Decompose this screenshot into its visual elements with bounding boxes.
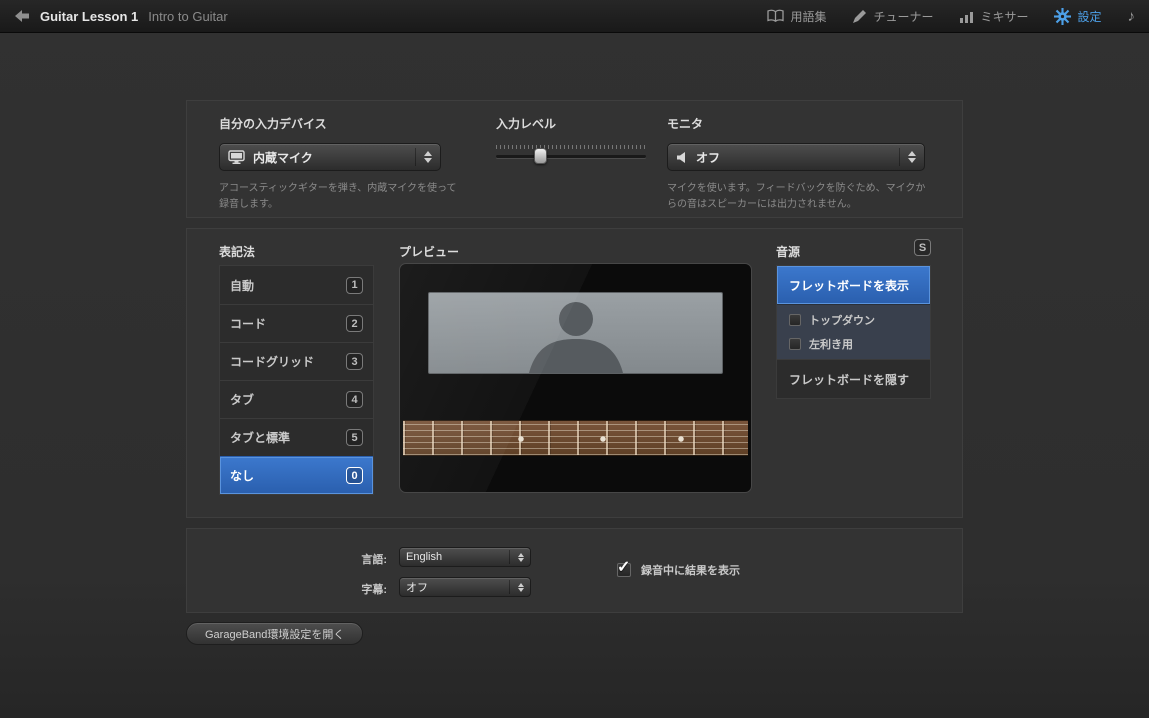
- subtitle-dropdown[interactable]: オフ: [399, 577, 531, 597]
- show-results-label: 録音中に結果を表示: [641, 562, 740, 578]
- open-preferences-button[interactable]: GarageBand環境設定を開く: [186, 622, 363, 645]
- fretboard-checkbox-block: トップダウン 左利き用: [777, 304, 930, 360]
- notation-item-label: タブと標準: [230, 429, 290, 446]
- input-level-label: 入力レベル: [496, 115, 556, 132]
- show-results-option[interactable]: ✓ 録音中に結果を表示: [617, 562, 740, 578]
- source-label: 音源: [776, 243, 800, 260]
- lesson-title: Guitar Lesson 1: [40, 9, 138, 24]
- check-icon: ✓: [617, 557, 630, 577]
- back-button[interactable]: [14, 9, 30, 23]
- stepper-arrows-icon: [509, 550, 524, 564]
- stepper-arrows-icon: [415, 148, 432, 166]
- fretboard-preview: [403, 420, 748, 456]
- glossary-button[interactable]: 用語集: [767, 8, 826, 25]
- slider-track[interactable]: [496, 155, 646, 158]
- gear-icon: [1054, 8, 1071, 25]
- camera-feed: [428, 292, 723, 374]
- settings-label: 設定: [1077, 8, 1101, 25]
- speaker-icon: [676, 151, 688, 164]
- language-value: English: [406, 551, 442, 563]
- lesson-subtitle: Intro to Guitar: [148, 9, 227, 24]
- left-handed-label: 左利き用: [809, 336, 853, 352]
- display-mic-icon: [228, 150, 245, 164]
- tuner-icon: [852, 9, 867, 24]
- shortcut-badge: 3: [346, 353, 363, 370]
- input-device-label: 自分の入力デバイス: [219, 115, 327, 132]
- hide-fretboard-button[interactable]: フレットボードを隠す: [777, 360, 930, 398]
- notation-item-chord[interactable]: コード 2: [220, 304, 373, 342]
- back-arrow-icon: [14, 9, 30, 23]
- notation-item-label: 自動: [230, 277, 254, 294]
- left-handed-option[interactable]: 左利き用: [789, 336, 918, 352]
- notation-item-chord-grid[interactable]: コードグリッド 3: [220, 342, 373, 380]
- lesson-settings-panel: 表記法 自動 1 コード 2 コードグリッド 3 タブ 4 タブと標準 5 なし…: [186, 228, 963, 518]
- preview-label: プレビュー: [399, 243, 459, 260]
- notation-item-label: コードグリッド: [230, 353, 314, 370]
- notation-label: 表記法: [219, 243, 255, 260]
- show-results-checkbox[interactable]: ✓: [617, 563, 631, 577]
- input-device-value: 内蔵マイク: [253, 149, 313, 166]
- book-icon: [767, 9, 784, 23]
- music-note-icon[interactable]: ♪: [1128, 8, 1136, 25]
- shortcut-badge: 2: [346, 315, 363, 332]
- top-toolbar: Guitar Lesson 1 Intro to Guitar 用語集 チューナ…: [0, 0, 1149, 33]
- monitor-help: マイクを使います。フィードバックを防ぐため、マイクからの音はスピーカーには出力さ…: [667, 181, 929, 212]
- notation-item-label: なし: [230, 467, 254, 484]
- audio-input-panel: 自分の入力デバイス 内蔵マイク アコースティックギターを弾き、内蔵マイクを使って…: [186, 100, 963, 218]
- stepper-arrows-icon: [899, 148, 916, 166]
- shortcut-badge: 4: [346, 391, 363, 408]
- top-down-checkbox[interactable]: [789, 314, 801, 326]
- settings-button[interactable]: 設定: [1054, 8, 1101, 25]
- glossary-label: 用語集: [790, 8, 826, 25]
- person-silhouette-icon: [491, 293, 661, 373]
- input-level-slider[interactable]: [496, 143, 646, 169]
- video-preview: [399, 263, 752, 493]
- subtitle-value: オフ: [406, 579, 428, 595]
- notation-item-tab[interactable]: タブ 4: [220, 380, 373, 418]
- show-fretboard-button[interactable]: フレットボードを表示: [777, 266, 930, 304]
- language-label: 言語:: [337, 551, 387, 567]
- top-down-option[interactable]: トップダウン: [789, 312, 918, 328]
- monitor-dropdown[interactable]: オフ: [667, 143, 925, 171]
- monitor-label: モニタ: [667, 115, 703, 132]
- notation-item-auto[interactable]: 自動 1: [220, 266, 373, 304]
- monitor-value: オフ: [696, 149, 720, 166]
- notation-item-label: コード: [230, 315, 266, 332]
- shortcut-badge: 5: [346, 429, 363, 446]
- left-handed-checkbox[interactable]: [789, 338, 801, 350]
- subtitle-label: 字幕:: [337, 581, 387, 597]
- notation-item-none[interactable]: なし 0: [220, 456, 373, 494]
- shortcut-badge: 0: [346, 467, 363, 484]
- tuner-label: チューナー: [873, 8, 933, 25]
- mixer-icon: [959, 10, 974, 23]
- language-dropdown[interactable]: English: [399, 547, 531, 567]
- language-panel: 言語: English 字幕: オフ ✓ 録音中に結果を表示: [186, 528, 963, 613]
- notation-item-label: タブ: [230, 391, 254, 408]
- mixer-button[interactable]: ミキサー: [959, 8, 1028, 25]
- input-device-dropdown[interactable]: 内蔵マイク: [219, 143, 441, 171]
- mixer-label: ミキサー: [980, 8, 1028, 25]
- fretboard-options-group: フレットボードを表示 トップダウン 左利き用 フレットボードを隠す: [776, 265, 931, 399]
- slider-handle[interactable]: [534, 148, 547, 164]
- notation-item-tab-standard[interactable]: タブと標準 5: [220, 418, 373, 456]
- stepper-arrows-icon: [509, 580, 524, 594]
- top-down-label: トップダウン: [809, 312, 875, 328]
- tuner-button[interactable]: チューナー: [852, 8, 933, 25]
- notation-list: 自動 1 コード 2 コードグリッド 3 タブ 4 タブと標準 5 なし 0: [219, 265, 374, 495]
- shortcut-badge-s: S: [914, 239, 931, 256]
- slider-ticks: [496, 145, 646, 149]
- shortcut-badge: 1: [346, 277, 363, 294]
- input-device-help: アコースティックギターを弾き、内蔵マイクを使って録音します。: [219, 181, 457, 212]
